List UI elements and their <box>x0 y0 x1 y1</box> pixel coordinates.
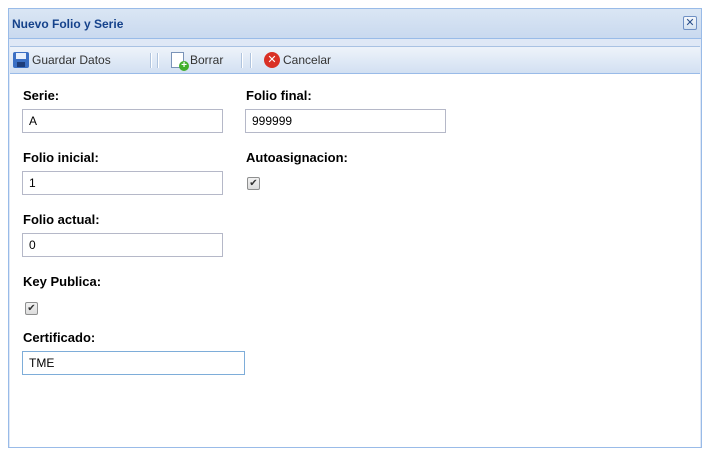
title-bar[interactable]: Nuevo Folio y Serie ✕ <box>9 9 701 39</box>
folio-actual-input[interactable] <box>22 233 223 257</box>
cancel-button[interactable]: ✕ Cancelar <box>264 51 331 69</box>
close-icon[interactable]: ✕ <box>683 16 697 30</box>
toolbar-separator <box>157 53 159 68</box>
autoasignacion-checkbox[interactable]: ✔ <box>247 177 260 190</box>
toolbar-separator <box>150 53 152 68</box>
save-button-label: Guardar Datos <box>32 53 111 67</box>
form-panel: Serie: Folio final: Folio inicial: Autoa… <box>10 74 700 447</box>
folio-final-label: Folio final: <box>246 88 312 103</box>
window-title: Nuevo Folio y Serie <box>12 17 124 31</box>
dialog-window: Nuevo Folio y Serie ✕ Guardar Datos Borr… <box>8 8 702 448</box>
floppy-disk-icon <box>13 52 29 68</box>
key-publica-label: Key Publica: <box>23 274 102 289</box>
clear-button-label: Borrar <box>190 53 224 67</box>
folio-inicial-input[interactable] <box>22 171 223 195</box>
folio-inicial-label: Folio inicial: <box>23 150 99 165</box>
new-document-icon <box>171 52 189 71</box>
folio-final-input[interactable] <box>245 109 446 133</box>
certificado-label: Certificado: <box>23 330 96 345</box>
folio-actual-label: Folio actual: <box>23 212 100 227</box>
clear-button[interactable]: Borrar <box>171 51 224 71</box>
toolbar: Guardar Datos Borrar ✕ Cancelar <box>10 46 700 74</box>
autoasignacion-label: Autoasignacion: <box>246 150 348 165</box>
key-publica-checkbox[interactable]: ✔ <box>25 302 38 315</box>
toolbar-separator <box>250 53 252 68</box>
save-button[interactable]: Guardar Datos <box>13 51 111 69</box>
cancel-circle-icon: ✕ <box>264 52 280 68</box>
toolbar-separator <box>241 53 243 68</box>
certificado-input[interactable] <box>22 351 245 375</box>
serie-label: Serie: <box>23 88 60 103</box>
cancel-button-label: Cancelar <box>283 53 332 67</box>
serie-input[interactable] <box>22 109 223 133</box>
